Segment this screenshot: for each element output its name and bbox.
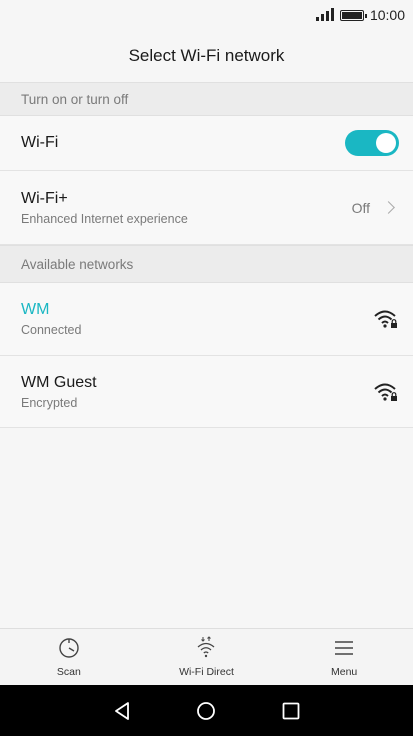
scan-label: Scan: [56, 666, 81, 678]
status-time: 10:00: [369, 7, 405, 23]
back-icon[interactable]: [111, 700, 133, 722]
section-header-label: Turn on or turn off: [21, 91, 129, 107]
network-row[interactable]: WM Guest Encrypted: [0, 356, 413, 428]
section-header-available: Available networks: [0, 245, 413, 283]
network-row[interactable]: WM Connected: [0, 283, 413, 356]
section-header-toggle: Turn on or turn off: [0, 82, 413, 116]
wifi-plus-sublabel: Enhanced Internet experience: [21, 211, 188, 226]
network-status: Connected: [21, 323, 82, 337]
wifi-plus-value: Off: [351, 199, 370, 216]
chevron-right-icon: [382, 201, 395, 214]
wifi-toggle-row[interactable]: Wi-Fi: [0, 116, 413, 171]
wifi-lock-icon: [374, 310, 397, 328]
wifi-label: Wi-Fi: [21, 134, 59, 151]
section-header-label: Available networks: [21, 256, 134, 272]
wifi-direct-button[interactable]: Wi-Fi Direct: [151, 636, 261, 678]
wifi-direct-icon: [198, 636, 215, 658]
scan-icon: [59, 638, 79, 658]
network-name: WM Guest: [21, 373, 97, 391]
menu-button[interactable]: Menu: [289, 636, 399, 678]
home-icon[interactable]: [195, 700, 217, 722]
wifi-plus-row[interactable]: Wi-Fi+ Enhanced Internet experience Off: [0, 171, 413, 245]
network-name: WM: [21, 301, 50, 318]
signal-icon: [315, 8, 334, 21]
wifi-lock-icon: [374, 383, 397, 401]
menu-icon: [335, 641, 354, 655]
wifi-direct-label: Wi-Fi Direct: [179, 666, 234, 678]
menu-label: Menu: [331, 666, 358, 678]
battery-icon: [339, 9, 367, 21]
recents-icon[interactable]: [280, 700, 302, 722]
scan-button[interactable]: Scan: [14, 636, 124, 678]
page-title: Select Wi-Fi network: [128, 46, 285, 65]
system-nav-bar: [0, 685, 413, 736]
wifi-toggle[interactable]: [345, 130, 399, 156]
bottom-action-bar: Scan Wi-Fi Direct Menu: [0, 628, 413, 685]
status-bar: 10:00: [0, 0, 413, 30]
network-status: Encrypted: [21, 395, 78, 410]
wifi-plus-label: Wi-Fi+: [21, 189, 68, 207]
